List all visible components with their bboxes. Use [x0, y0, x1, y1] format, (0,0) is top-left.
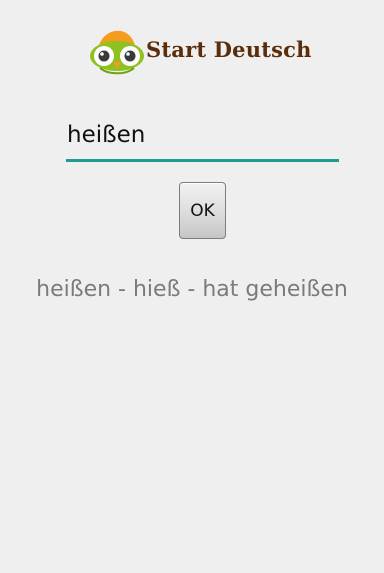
- app-title: Start Deutsch: [146, 37, 312, 62]
- owl-logo-icon: [90, 30, 144, 75]
- conjugation-result: heißen - hieß - hat geheißen: [36, 277, 348, 302]
- app-logo: Start Deutsch: [88, 28, 320, 76]
- verb-search-input[interactable]: [66, 112, 340, 158]
- input-underline: [66, 159, 339, 162]
- ok-button[interactable]: OK: [179, 182, 226, 239]
- verb-input-container: [66, 112, 340, 164]
